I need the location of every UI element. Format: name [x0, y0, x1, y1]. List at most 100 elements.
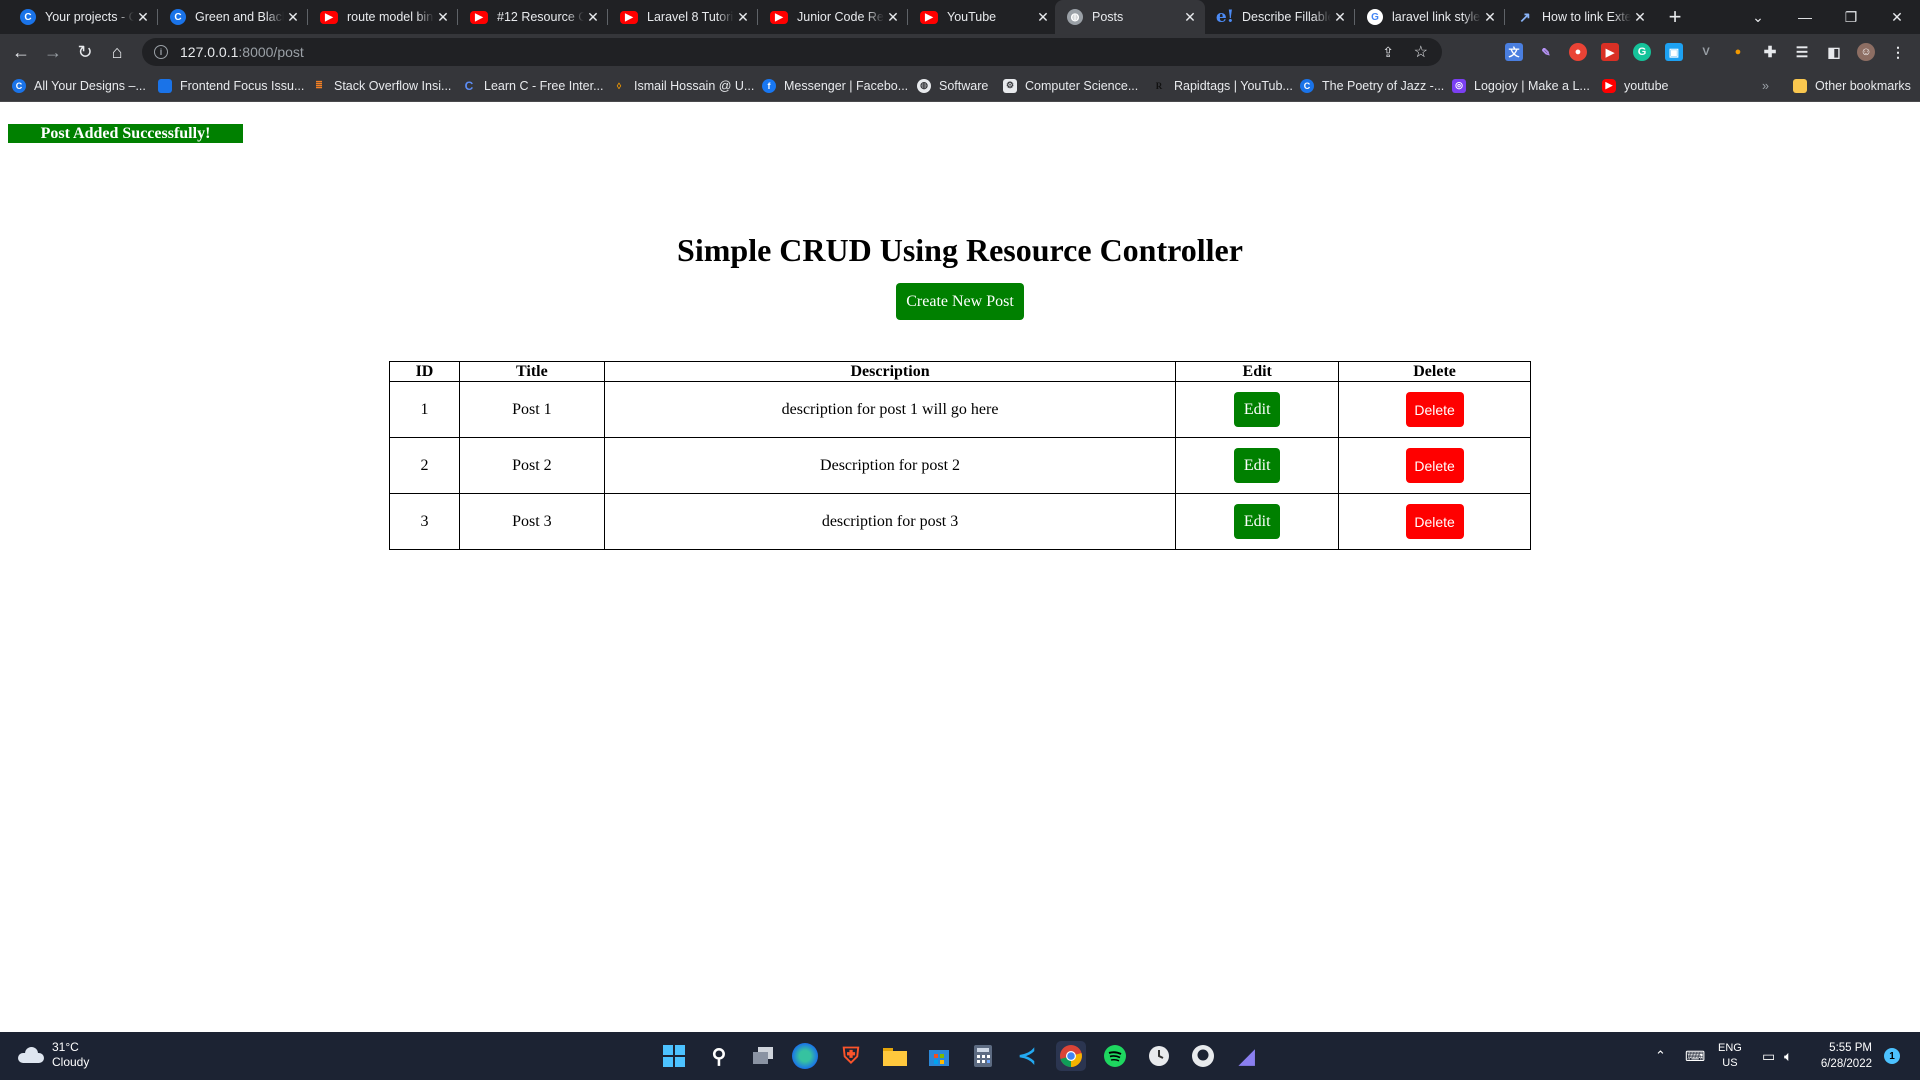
- reload-icon[interactable]: ↻: [68, 34, 102, 70]
- bookmark-item[interactable]: ◎ Logojoy | Make a L...: [1452, 70, 1590, 101]
- spotify-icon[interactable]: [1100, 1041, 1130, 1071]
- search-icon[interactable]: ⚲: [704, 1041, 734, 1071]
- share-icon[interactable]: ⇪: [1382, 44, 1394, 61]
- vue-devtools-icon[interactable]: V: [1697, 43, 1715, 61]
- pen-extension-icon[interactable]: ✎: [1537, 43, 1555, 61]
- delete-button[interactable]: Delete: [1405, 504, 1464, 539]
- browser-tab[interactable]: G laravel link style ✕: [1355, 0, 1505, 34]
- notifications-button[interactable]: 1: [1884, 1032, 1900, 1080]
- close-tab-icon[interactable]: ✕: [1181, 9, 1199, 26]
- reading-list-icon[interactable]: ☰: [1793, 43, 1811, 61]
- edge-icon[interactable]: [792, 1043, 818, 1069]
- honey-extension-icon[interactable]: ●: [1729, 43, 1747, 61]
- bookmarks-overflow-button[interactable]: »: [1762, 70, 1769, 101]
- close-window-icon[interactable]: ✕: [1874, 0, 1920, 34]
- tab-search-icon[interactable]: ⌄: [1735, 0, 1781, 34]
- tab-title: route model bin: [347, 10, 434, 24]
- browser-tab-active[interactable]: ◍ Posts ✕: [1055, 0, 1205, 34]
- close-tab-icon[interactable]: ✕: [1331, 9, 1349, 26]
- close-tab-icon[interactable]: ✕: [1481, 9, 1499, 26]
- url-host: 127.0.0.1: [180, 44, 239, 60]
- task-view-icon[interactable]: [748, 1041, 778, 1071]
- close-tab-icon[interactable]: ✕: [884, 9, 902, 26]
- weather-widget[interactable]: 31°C Cloudy: [18, 1040, 89, 1070]
- bookmark-item[interactable]: C Learn C - Free Inter...: [462, 70, 604, 101]
- browser-tab[interactable]: ▶ route model bin ✕: [308, 0, 458, 34]
- address-bar[interactable]: i 127.0.0.1:8000/post ⇪ ☆: [142, 38, 1442, 66]
- side-panel-icon[interactable]: ◧: [1825, 43, 1843, 61]
- chrome-menu-icon[interactable]: ⋮: [1889, 43, 1907, 61]
- chrome-icon[interactable]: [1056, 1041, 1086, 1071]
- bookmark-item[interactable]: f Messenger | Facebo...: [762, 70, 908, 101]
- bookmark-item[interactable]: ⚙ Computer Science...: [1003, 70, 1138, 101]
- restore-icon[interactable]: ❐: [1828, 0, 1874, 34]
- close-tab-icon[interactable]: ✕: [134, 9, 152, 26]
- bookmark-item[interactable]: Frontend Focus Issu...: [158, 70, 304, 101]
- translate-icon[interactable]: 文: [1505, 43, 1523, 61]
- home-icon[interactable]: ⌂: [100, 34, 134, 70]
- browser-tab[interactable]: ↗ How to link Exte ✕: [1505, 0, 1655, 34]
- grammarly-icon[interactable]: G: [1633, 43, 1651, 61]
- close-tab-icon[interactable]: ✕: [1631, 9, 1649, 26]
- github-desktop-icon[interactable]: [1188, 1041, 1218, 1071]
- close-tab-icon[interactable]: ✕: [434, 9, 452, 26]
- table-row: 1 Post 1 description for post 1 will go …: [389, 381, 1531, 438]
- browser-tab[interactable]: C Green and Black ✕: [158, 0, 308, 34]
- browser-tab[interactable]: ▶ Junior Code Re ✕: [758, 0, 908, 34]
- browser-tab[interactable]: ▶ YouTube ✕: [908, 0, 1058, 34]
- bookmark-label: Learn C - Free Inter...: [484, 78, 604, 93]
- language-indicator[interactable]: ENG US: [1718, 1032, 1742, 1080]
- url-text[interactable]: 127.0.0.1:8000/post: [180, 44, 304, 60]
- browser-tab[interactable]: ▶ #12 Resource C ✕: [458, 0, 608, 34]
- keyboard-icon[interactable]: ⌨: [1685, 1032, 1705, 1080]
- phpstorm-icon[interactable]: ◢: [1232, 1041, 1262, 1071]
- clock[interactable]: 5:55 PM 6/28/2022: [1810, 1032, 1872, 1080]
- profile-avatar-icon[interactable]: ☺: [1857, 43, 1875, 61]
- close-tab-icon[interactable]: ✕: [734, 9, 752, 26]
- delete-button[interactable]: Delete: [1405, 392, 1464, 427]
- back-icon[interactable]: ←: [4, 34, 38, 70]
- clock-app-icon[interactable]: [1144, 1041, 1174, 1071]
- bookmark-item[interactable]: ▶ youtube: [1602, 70, 1668, 101]
- logojoy-icon: ◎: [1452, 78, 1466, 93]
- close-tab-icon[interactable]: ✕: [284, 9, 302, 26]
- other-bookmarks[interactable]: Other bookmarks: [1793, 70, 1911, 101]
- microsoft-store-icon[interactable]: [924, 1041, 954, 1071]
- delete-button[interactable]: Delete: [1405, 448, 1464, 483]
- weather-condition: Cloudy: [52, 1055, 90, 1069]
- show-hidden-icons-icon[interactable]: ⌃: [1655, 1032, 1666, 1080]
- screenshot-extension-icon[interactable]: ▣: [1665, 43, 1683, 61]
- vscode-icon[interactable]: ≺: [1012, 1041, 1042, 1071]
- network-icon[interactable]: ▭: [1762, 1032, 1775, 1080]
- bookmark-item[interactable]: C The Poetry of Jazz -...: [1300, 70, 1444, 101]
- site-info-icon[interactable]: i: [154, 45, 168, 59]
- edit-button[interactable]: Edit: [1234, 392, 1281, 427]
- volume-icon[interactable]: 🔈︎: [1784, 1032, 1792, 1080]
- brave-icon[interactable]: ⛨: [836, 1041, 866, 1071]
- bookmark-item[interactable]: ◊ Ismail Hossain @ U...: [612, 70, 755, 101]
- bookmark-item[interactable]: ≣ Stack Overflow Insi...: [312, 70, 451, 101]
- windows-start-icon[interactable]: [659, 1041, 689, 1071]
- bookmark-item[interactable]: ◍ Software: [917, 70, 988, 101]
- tab-title: YouTube: [947, 10, 997, 24]
- clock-date: 6/28/2022: [1820, 1058, 1872, 1070]
- record-extension-icon[interactable]: ●: [1569, 43, 1587, 61]
- browser-tab[interactable]: C Your projects - C ✕: [8, 0, 158, 34]
- bookmark-item[interactable]: R Rapidtags | YouTub...: [1152, 70, 1293, 101]
- bookmark-star-icon[interactable]: ☆: [1414, 42, 1428, 62]
- new-tab-icon[interactable]: +: [1660, 0, 1690, 34]
- video-extension-icon[interactable]: ▶: [1601, 43, 1619, 61]
- bookmark-item[interactable]: C All Your Designs –...: [12, 70, 146, 101]
- file-explorer-icon[interactable]: [880, 1041, 910, 1071]
- close-tab-icon[interactable]: ✕: [1034, 9, 1052, 26]
- extensions-puzzle-icon[interactable]: ✚: [1761, 43, 1779, 61]
- edit-button[interactable]: Edit: [1234, 448, 1281, 483]
- edit-button[interactable]: Edit: [1234, 504, 1281, 539]
- minimize-icon[interactable]: —: [1782, 0, 1828, 34]
- calculator-icon[interactable]: [968, 1041, 998, 1071]
- close-tab-icon[interactable]: ✕: [584, 9, 602, 26]
- forward-icon[interactable]: →: [36, 34, 70, 70]
- create-new-post-button[interactable]: Create New Post: [896, 283, 1024, 320]
- browser-tab[interactable]: ▶ Laravel 8 Tutori ✕: [608, 0, 758, 34]
- browser-tab[interactable]: e! Describe Fillable ✕: [1205, 0, 1355, 34]
